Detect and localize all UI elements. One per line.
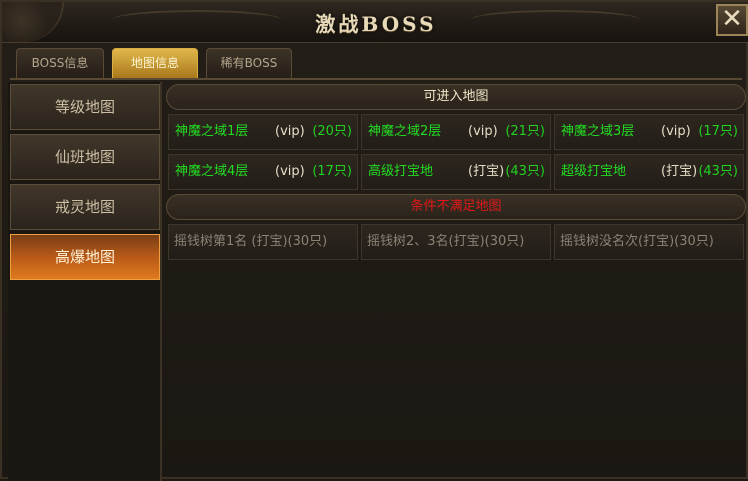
tab-map-info[interactable]: 地图信息 xyxy=(112,48,198,78)
tab-rare-boss[interactable]: 稀有BOSS xyxy=(206,48,292,78)
close-icon: ✕ xyxy=(721,4,743,34)
sidebar-item-xianban-map[interactable]: 仙班地图 xyxy=(10,134,160,180)
map-tag: (vip) xyxy=(275,164,305,179)
boss-count: (20只) xyxy=(312,124,352,139)
map-entry[interactable]: 神魔之域2层 (vip) (21只) xyxy=(361,114,551,150)
map-name: 神魔之域4层 xyxy=(175,164,249,179)
boss-window: 激战BOSS ✕ BOSS信息 地图信息 稀有BOSS 等级地图 仙班地图 戒灵… xyxy=(0,0,748,481)
title-bar: 激战BOSS ✕ xyxy=(2,2,748,43)
locked-map-text: 摇钱树第1名 (打宝)(30只) xyxy=(174,234,328,249)
locked-map-entry: 摇钱树第1名 (打宝)(30只) xyxy=(168,224,358,260)
sidebar-item-level-map[interactable]: 等级地图 xyxy=(10,84,160,130)
locked-maps-header: 条件不满足地图 xyxy=(166,194,746,220)
boss-count: (43只) xyxy=(505,164,545,179)
map-list-panel: 可进入地图 神魔之域1层 (vip) (20只) 神魔之域2层 (vip) (2… xyxy=(166,82,748,481)
map-tag: (vip) xyxy=(275,124,305,139)
map-name: 神魔之域1层 xyxy=(175,124,249,139)
map-entry[interactable]: 超级打宝地 (打宝) (43只) xyxy=(554,154,744,190)
map-category-sidebar: 等级地图 仙班地图 戒灵地图 高爆地图 xyxy=(8,82,162,481)
map-entry[interactable]: 神魔之域4层 (vip) (17只) xyxy=(168,154,358,190)
tab-boss-info[interactable]: BOSS信息 xyxy=(16,48,104,78)
close-button[interactable]: ✕ xyxy=(716,4,748,36)
map-name: 超级打宝地 xyxy=(561,164,627,179)
available-maps-header: 可进入地图 xyxy=(166,84,746,110)
map-tag: (vip) xyxy=(468,124,498,139)
map-tag: (打宝) xyxy=(661,164,698,179)
boss-count: (17只) xyxy=(698,124,738,139)
map-entry[interactable]: 神魔之域3层 (vip) (17只) xyxy=(554,114,744,150)
boss-count: (43只) xyxy=(698,164,738,179)
boss-count: (21只) xyxy=(505,124,545,139)
map-tag: (vip) xyxy=(661,124,691,139)
map-name: 神魔之域2层 xyxy=(368,124,442,139)
window-title: 激战BOSS xyxy=(315,12,437,36)
locked-map-entry: 摇钱树没名次(打宝)(30只) xyxy=(554,224,744,260)
sidebar-item-jieling-map[interactable]: 戒灵地图 xyxy=(10,184,160,230)
tab-divider xyxy=(10,78,742,80)
map-name: 神魔之域3层 xyxy=(561,124,635,139)
map-entry[interactable]: 神魔之域1层 (vip) (20只) xyxy=(168,114,358,150)
boss-count: (17只) xyxy=(312,164,352,179)
map-name: 高级打宝地 xyxy=(368,164,434,179)
sidebar-item-gaobao-map[interactable]: 高爆地图 xyxy=(10,234,160,280)
locked-map-entry: 摇钱树2、3名(打宝)(30只) xyxy=(361,224,551,260)
locked-map-text: 摇钱树没名次(打宝)(30只) xyxy=(560,234,714,249)
locked-map-text: 摇钱树2、3名(打宝)(30只) xyxy=(367,234,525,249)
map-entry[interactable]: 高级打宝地 (打宝) (43只) xyxy=(361,154,551,190)
map-tag: (打宝) xyxy=(468,164,505,179)
